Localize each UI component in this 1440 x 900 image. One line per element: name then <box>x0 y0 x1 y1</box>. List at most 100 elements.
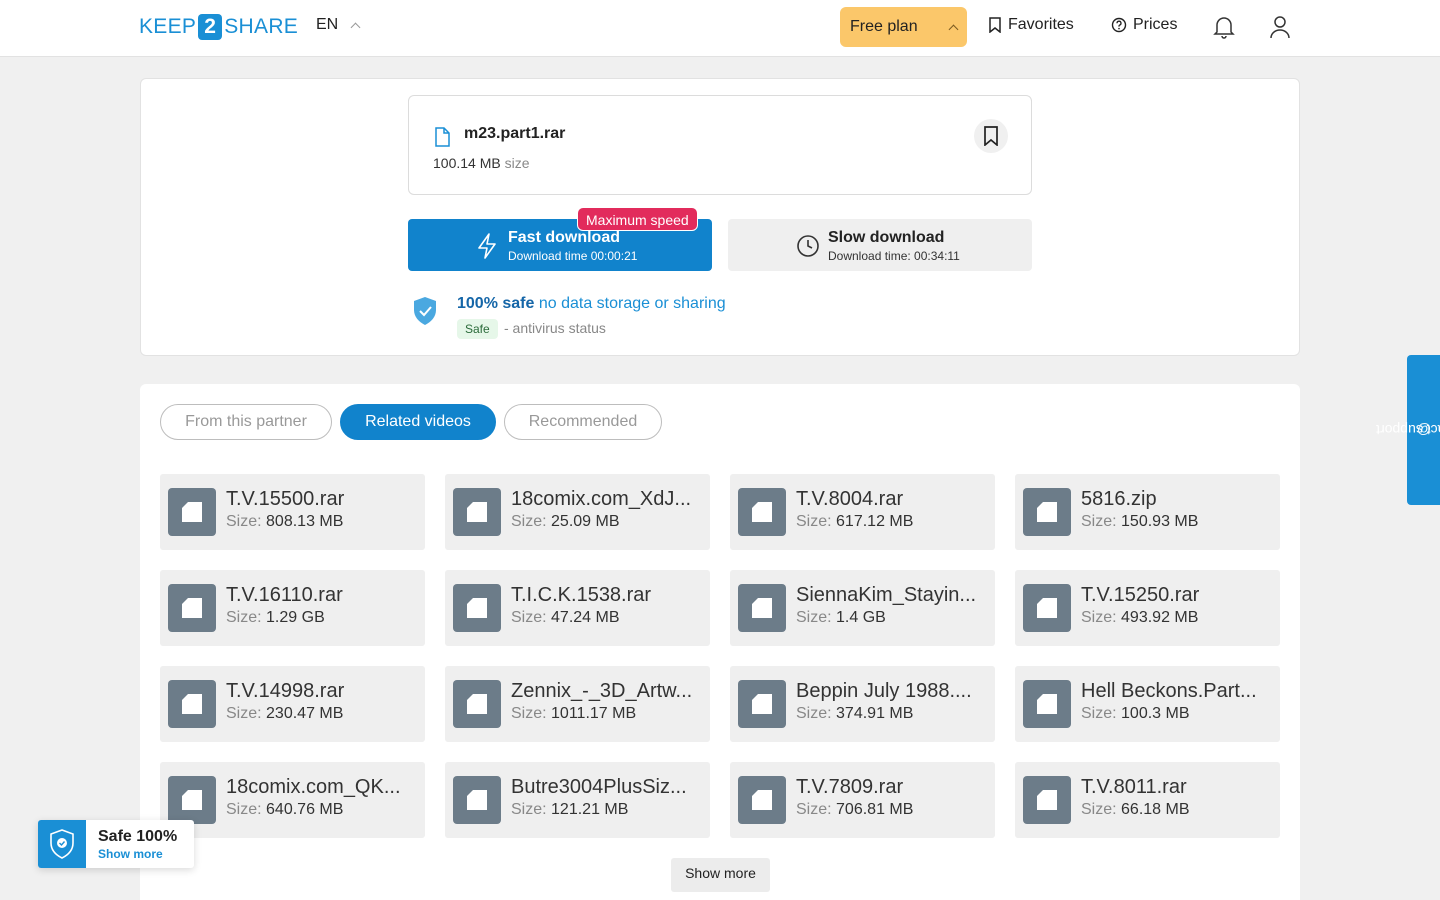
shield-check-icon <box>414 297 436 325</box>
file-thumbnail-icon <box>168 584 216 632</box>
file-card-name: Beppin July 1988.... <box>796 680 972 702</box>
user-icon[interactable] <box>1268 14 1292 40</box>
maximum-speed-badge: Maximum speed <box>577 207 698 231</box>
slow-download-button[interactable]: Slow download Download time: 00:34:11 <box>728 219 1032 271</box>
file-card-name: Hell Beckons.Part... <box>1081 680 1257 702</box>
safe-widget-link[interactable]: Show more <box>98 847 163 861</box>
file-card-size-label: Size: <box>1081 705 1117 722</box>
contact-support-tab[interactable]: @ contact support <box>1376 355 1440 505</box>
fast-download-time: Download time 00:00:21 <box>508 249 638 263</box>
file-thumbnail-icon <box>738 488 786 536</box>
file-card[interactable]: T.V.15250.rar Size: 493.92 MB <box>1015 570 1280 646</box>
favorites-link[interactable]: Favorites <box>988 16 1074 34</box>
file-card-size-value: 493.92 MB <box>1121 609 1199 626</box>
file-thumbnail-icon <box>453 680 501 728</box>
safe-widget-title: Safe 100% <box>98 828 178 845</box>
antivirus-safe-badge: Safe <box>457 319 498 339</box>
file-card-size-value: 640.76 MB <box>266 801 344 818</box>
file-card-size-value: 1011.17 MB <box>551 705 637 722</box>
file-card[interactable]: 5816.zip Size: 150.93 MB <box>1015 474 1280 550</box>
keep2share-logo[interactable]: KEEP 2 SHARE <box>139 14 298 40</box>
file-card-name: T.V.15250.rar <box>1081 584 1200 606</box>
lightning-icon <box>478 233 496 259</box>
logo-text-keep: KEEP <box>139 15 197 38</box>
tab-from-this-partner[interactable]: From this partner <box>160 404 332 440</box>
file-card-size-label: Size: <box>796 801 832 818</box>
free-plan-button[interactable]: Free plan <box>840 7 967 47</box>
free-plan-label: Free plan <box>850 18 918 35</box>
file-card-size-value: 25.09 MB <box>551 513 620 530</box>
file-card-size: Size: 230.47 MB <box>226 705 343 723</box>
file-card-size-label: Size: <box>511 801 547 818</box>
file-card-size-label: Size: <box>511 705 547 722</box>
file-card-size-value: 66.18 MB <box>1121 801 1190 818</box>
file-card[interactable]: Beppin July 1988.... Size: 374.91 MB <box>730 666 995 742</box>
file-thumbnail-icon <box>453 488 501 536</box>
file-card[interactable]: T.V.15500.rar Size: 808.13 MB <box>160 474 425 550</box>
file-card-size-value: 230.47 MB <box>266 705 344 722</box>
logo-text-share: SHARE <box>224 15 299 38</box>
file-thumbnail-icon <box>1023 776 1071 824</box>
file-card[interactable]: SiennaKim_Stayin... Size: 1.4 GB <box>730 570 995 646</box>
file-card-size: Size: 150.93 MB <box>1081 513 1198 531</box>
file-card-size-label: Size: <box>226 705 262 722</box>
file-card[interactable]: 18comix.com_QK... Size: 640.76 MB <box>160 762 425 838</box>
file-card-size-label: Size: <box>796 513 832 530</box>
file-thumbnail-icon <box>168 680 216 728</box>
file-card-size: Size: 706.81 MB <box>796 801 913 819</box>
file-card[interactable]: T.I.C.K.1538.rar Size: 47.24 MB <box>445 570 710 646</box>
file-card[interactable]: T.V.14998.rar Size: 230.47 MB <box>160 666 425 742</box>
file-card[interactable]: 18comix.com_XdJ... Size: 25.09 MB <box>445 474 710 550</box>
clock-icon <box>797 235 819 257</box>
shield-check-icon <box>38 820 86 868</box>
bookmark-icon <box>984 126 998 146</box>
chevron-up-icon <box>948 24 959 35</box>
file-thumbnail-icon <box>738 776 786 824</box>
chevron-up-icon <box>350 22 361 33</box>
file-card-name: T.V.8011.rar <box>1081 776 1187 798</box>
file-card[interactable]: Hell Beckons.Part... Size: 100.3 MB <box>1015 666 1280 742</box>
file-card-size-label: Size: <box>226 801 262 818</box>
favorites-label: Favorites <box>1008 16 1074 33</box>
file-card-size: Size: 1.4 GB <box>796 609 886 627</box>
file-card-size: Size: 493.92 MB <box>1081 609 1198 627</box>
file-card-name: T.V.15500.rar <box>226 488 345 510</box>
file-card[interactable]: Zennix_-_3D_Artw... Size: 1011.17 MB <box>445 666 710 742</box>
file-card-size: Size: 374.91 MB <box>796 705 913 723</box>
add-favorite-button[interactable] <box>974 119 1008 153</box>
tab-recommended[interactable]: Recommended <box>504 404 662 440</box>
file-size-value: 100.14 MB <box>433 155 501 171</box>
file-card-size-label: Size: <box>226 609 262 626</box>
file-card-size: Size: 100.3 MB <box>1081 705 1190 723</box>
file-card-size-value: 374.91 MB <box>836 705 914 722</box>
file-thumbnail-icon <box>738 680 786 728</box>
safe-100-widget[interactable]: Safe 100% Show more <box>38 820 194 868</box>
file-card-name: 5816.zip <box>1081 488 1157 510</box>
file-card-name: T.V.16110.rar <box>226 584 343 606</box>
prices-link[interactable]: Prices <box>1111 16 1177 34</box>
file-card-size-value: 617.12 MB <box>836 513 914 530</box>
file-card-size: Size: 808.13 MB <box>226 513 343 531</box>
file-card-size-label: Size: <box>1081 513 1117 530</box>
file-card[interactable]: T.V.7809.rar Size: 706.81 MB <box>730 762 995 838</box>
file-name: m23.part1.rar <box>464 125 566 142</box>
file-card[interactable]: T.V.16110.rar Size: 1.29 GB <box>160 570 425 646</box>
file-card-name: Zennix_-_3D_Artw... <box>511 680 693 702</box>
tab-related-videos[interactable]: Related videos <box>340 404 496 440</box>
file-info-box <box>408 95 1032 195</box>
file-card[interactable]: T.V.8011.rar Size: 66.18 MB <box>1015 762 1280 838</box>
file-card-size-label: Size: <box>226 513 262 530</box>
file-card-size: Size: 1011.17 MB <box>511 705 636 723</box>
antivirus-status-label: - antivirus status <box>504 320 606 336</box>
file-card-size: Size: 25.09 MB <box>511 513 620 531</box>
file-card[interactable]: T.V.8004.rar Size: 617.12 MB <box>730 474 995 550</box>
bell-icon[interactable] <box>1212 14 1236 40</box>
help-circle-icon <box>1111 17 1127 33</box>
file-thumbnail-icon <box>168 776 216 824</box>
file-thumbnail-icon <box>1023 680 1071 728</box>
file-card[interactable]: Butre3004PlusSiz... Size: 121.21 MB <box>445 762 710 838</box>
language-selector[interactable]: EN <box>316 16 361 34</box>
file-thumbnail-icon <box>1023 488 1071 536</box>
file-size: 100.14 MB size <box>433 155 530 171</box>
show-more-button[interactable]: Show more <box>671 858 770 892</box>
